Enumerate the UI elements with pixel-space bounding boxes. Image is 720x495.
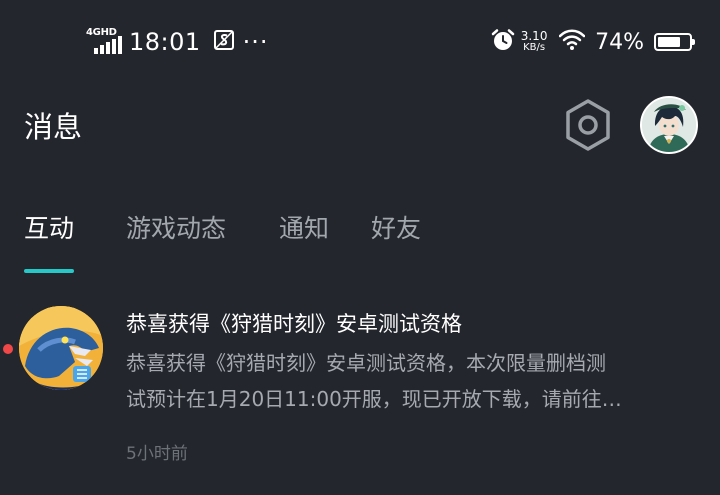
net-speed-unit: KB/s <box>523 42 546 53</box>
tab-interaction[interactable]: 互动 <box>24 210 74 248</box>
list-item[interactable]: 恭喜获得《狩猎时刻》安卓测试资格 恭喜获得《狩猎时刻》安卓测试资格，本次限量删档… <box>0 300 720 480</box>
more-indicator: ··· <box>242 28 269 56</box>
user-avatar[interactable] <box>640 96 698 154</box>
battery-icon <box>654 33 695 51</box>
message-body-line: 恭喜获得《狩猎时刻》安卓测试资格，本次限量删档测 <box>126 351 606 375</box>
tab-notifications[interactable]: 通知 <box>279 210 329 248</box>
message-time: 5小时前 <box>126 444 188 464</box>
status-time: 18:01 <box>129 28 201 56</box>
messages-screen: 4GHD 18:01 ··· 3.10 KB/s 74% 消息 互动 游戏动态 … <box>0 0 720 495</box>
status-bar-left: 4GHD 18:01 ··· <box>86 24 269 60</box>
active-tab-indicator <box>24 269 74 273</box>
gear-icon <box>563 98 613 156</box>
game-avatar-image <box>19 306 103 390</box>
tab-game-updates[interactable]: 游戏动态 <box>126 210 226 248</box>
unread-dot <box>3 344 13 354</box>
net-speed-value: 3.10 <box>520 29 548 43</box>
avatar-image <box>642 98 696 152</box>
tab-bar: 互动 游戏动态 通知 好友 <box>0 210 720 280</box>
status-bar-right: 3.10 KB/s 74% <box>491 26 695 58</box>
alarm-icon <box>491 28 515 56</box>
status-bar: 4GHD 18:01 ··· 3.10 KB/s 74% <box>0 0 720 84</box>
wifi-icon <box>558 29 586 55</box>
sim-icon <box>213 29 235 55</box>
network-type-label: 4GHD <box>86 27 117 38</box>
tab-friends[interactable]: 好友 <box>371 210 421 248</box>
battery-percent: 74% <box>595 29 644 55</box>
settings-button[interactable] <box>560 98 616 156</box>
signal-icon: 4GHD <box>86 28 124 56</box>
message-title: 恭喜获得《狩猎时刻》安卓测试资格 <box>126 312 462 336</box>
message-body-line: 试预计在1月20日11:00开服，现已开放下载，请前往… <box>126 387 622 411</box>
message-avatar[interactable] <box>19 306 103 390</box>
battery-fill <box>658 37 681 47</box>
message-body: 恭喜获得《狩猎时刻》安卓测试资格，本次限量删档测 试预计在1月20日11:00开… <box>126 345 690 417</box>
page-title: 消息 <box>24 110 83 144</box>
net-speed: 3.10 KB/s <box>519 29 549 53</box>
